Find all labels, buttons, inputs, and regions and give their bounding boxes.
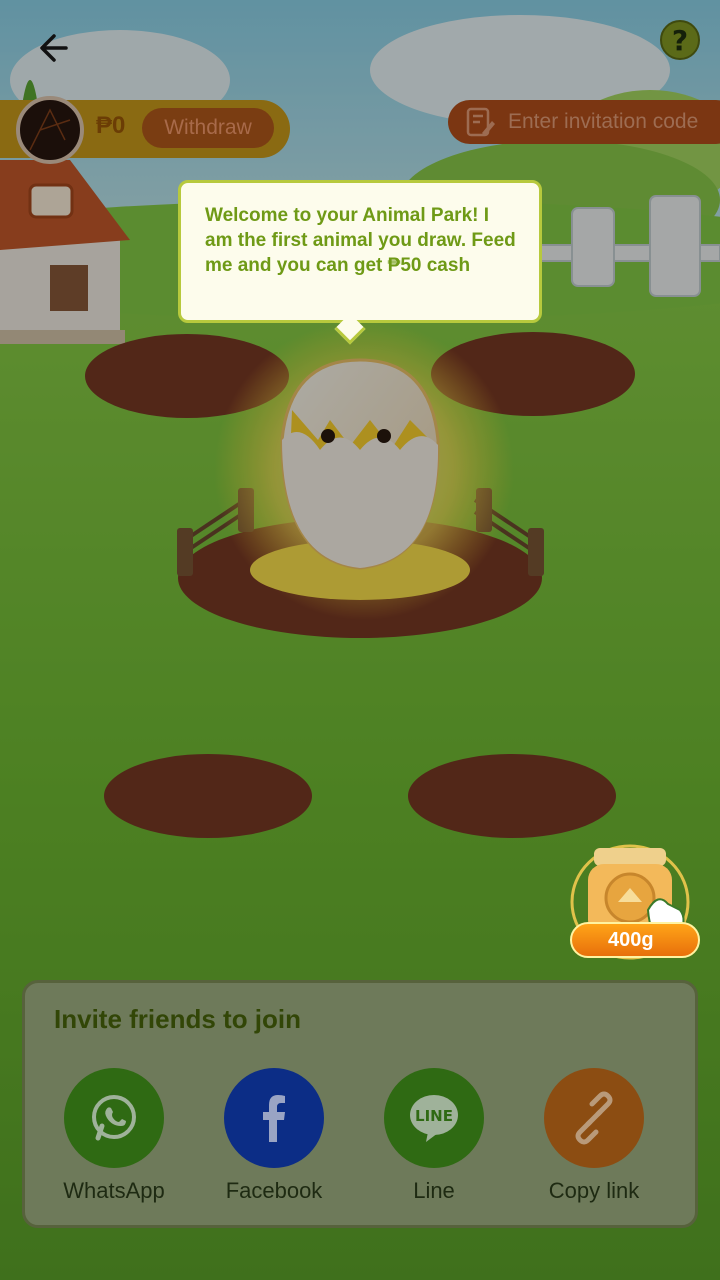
invite-title: Invite friends to join [54, 1004, 302, 1034]
invitation-code-label: Enter invitation code [508, 110, 699, 133]
avatar-image [29, 108, 71, 151]
withdraw-button[interactable]: Withdraw [142, 108, 274, 148]
whatsapp-label: WhatsApp [63, 1178, 165, 1203]
facebook-label: Facebook [225, 1178, 323, 1203]
line-icon: LINE [384, 1068, 484, 1168]
balance-value: ₱0 [96, 112, 126, 139]
line-label: Line [413, 1178, 455, 1203]
avatar[interactable] [16, 96, 84, 164]
arrow-left-icon [40, 34, 68, 62]
share-line-button[interactable]: LINE Line [364, 1068, 504, 1204]
svg-text:LINE: LINE [415, 1107, 453, 1125]
welcome-speech-bubble: Welcome to your Animal Park! I am the fi… [178, 180, 542, 323]
edit-note-icon [466, 107, 495, 137]
chick-egg[interactable] [262, 350, 462, 580]
feed-amount-badge: 400g [570, 922, 700, 958]
link-icon [544, 1068, 644, 1168]
whatsapp-icon [64, 1068, 164, 1168]
facebook-icon [224, 1068, 324, 1168]
share-facebook-button[interactable]: Facebook [204, 1068, 344, 1204]
help-icon: ? [671, 23, 689, 57]
back-button[interactable] [36, 30, 80, 66]
copy-link-label: Copy link [548, 1178, 640, 1203]
share-whatsapp-button[interactable]: WhatsApp [44, 1068, 184, 1204]
copy-link-button[interactable]: Copy link [524, 1068, 664, 1204]
help-button[interactable]: ? [660, 20, 700, 60]
enter-invitation-code-button[interactable]: Enter invitation code [448, 100, 720, 144]
welcome-message: Welcome to your Animal Park! I am the fi… [205, 205, 516, 276]
